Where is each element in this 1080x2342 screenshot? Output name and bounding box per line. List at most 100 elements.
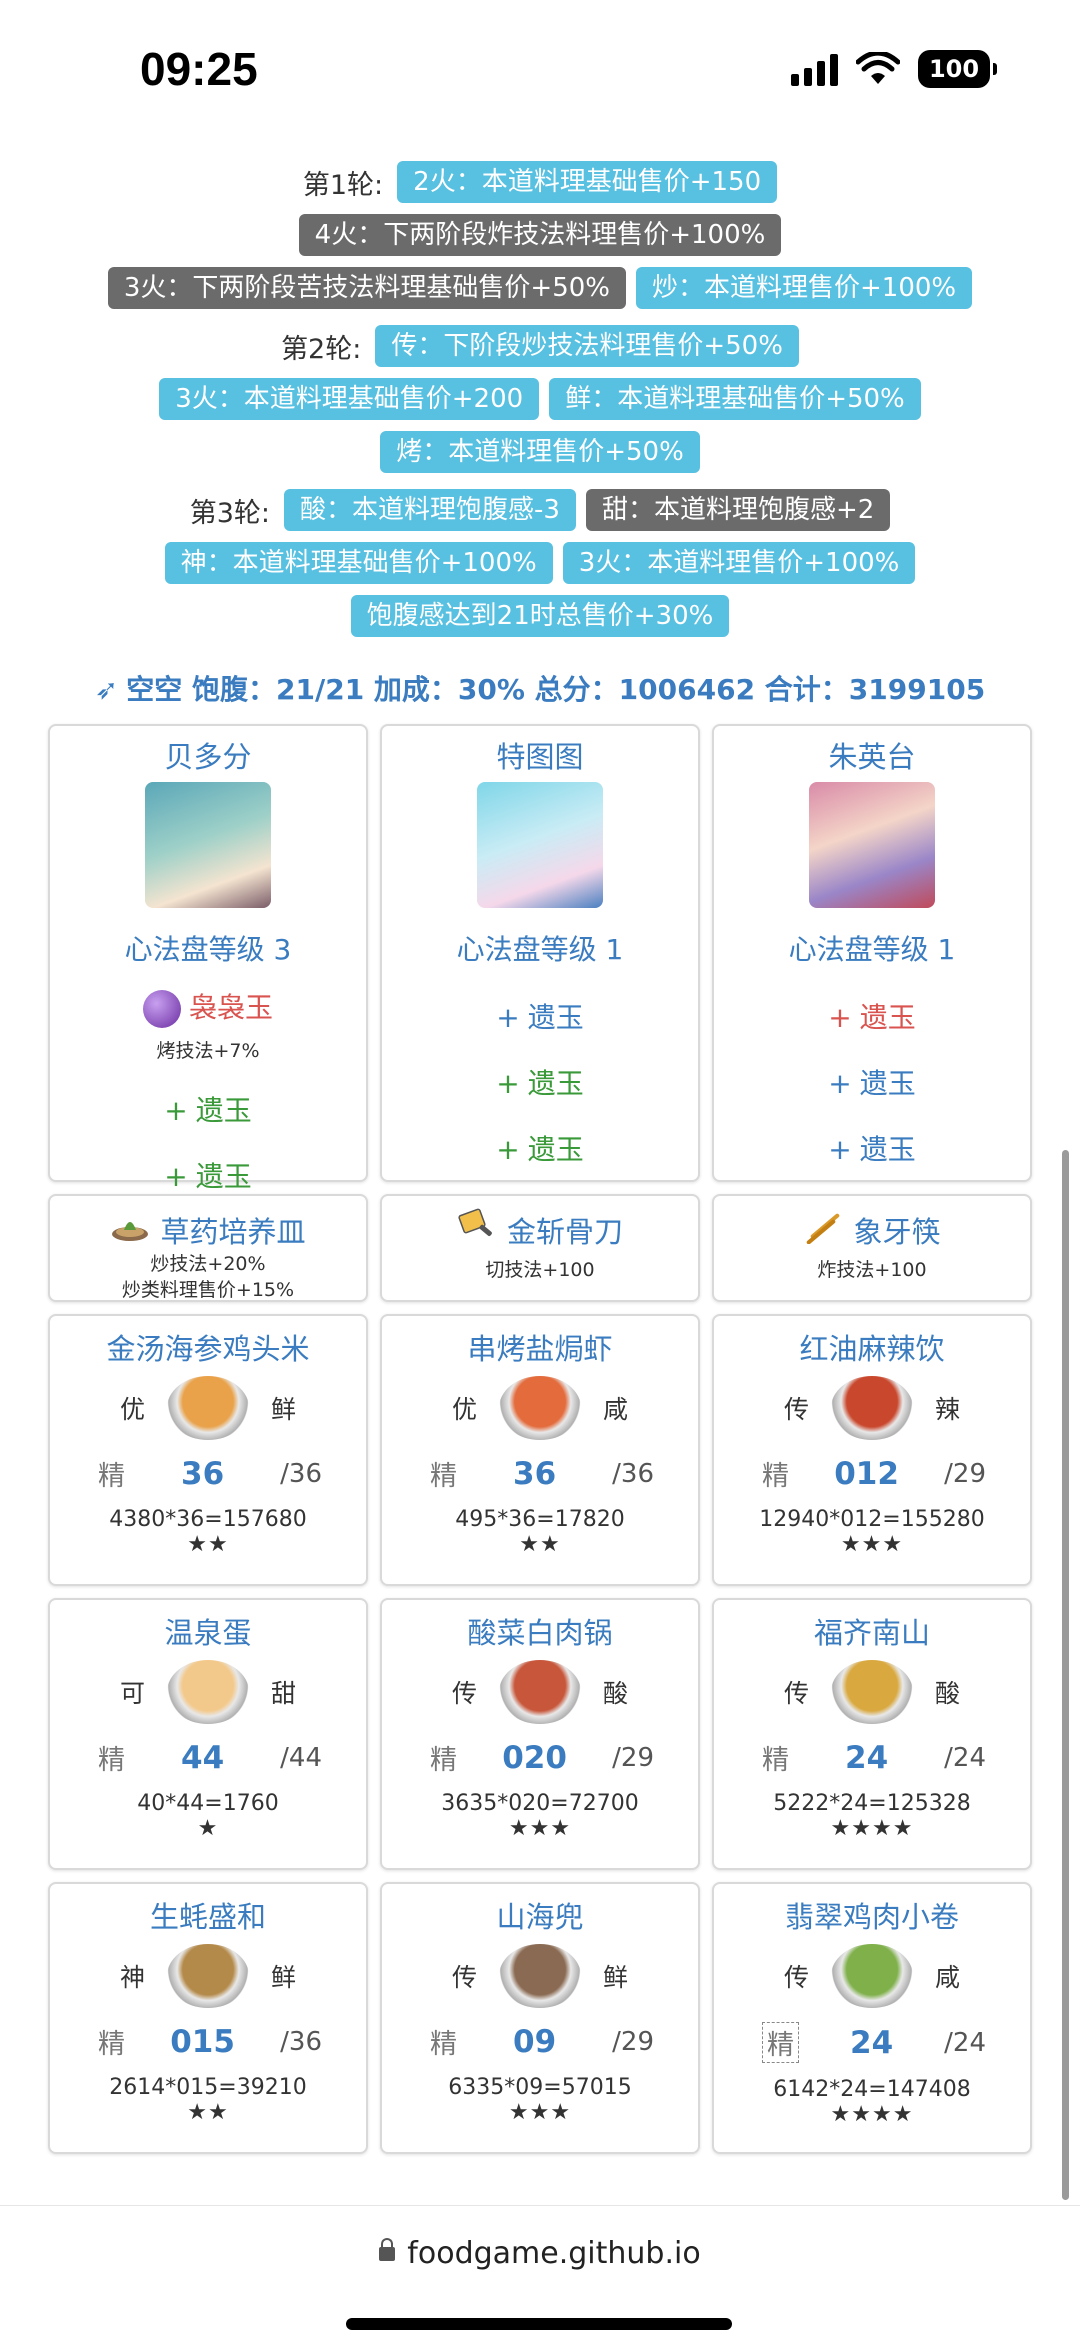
effect-chip: 鲜：本道料理基础售价+50% <box>549 378 921 420</box>
jade-slot[interactable]: + 遗玉 <box>382 996 698 1036</box>
jade-slot[interactable]: + 遗玉 <box>382 1062 698 1102</box>
address-bar[interactable]: foodgame.github.io <box>0 2236 1080 2271</box>
jade-slot-label: 遗玉 <box>527 1133 584 1166</box>
round-label: 第1轮: <box>302 169 384 201</box>
dish-card[interactable]: 翡翠鸡肉小卷传咸精 24/24 6142*24=147408 ★★★★ <box>712 1882 1032 2154</box>
petri-dish-icon <box>110 1208 150 1251</box>
dish-image <box>167 1944 249 2008</box>
dish-quantity-row: 精 44/44 <box>50 1738 366 1777</box>
dish-quantity[interactable]: 09 <box>513 2024 556 2060</box>
gem-slot[interactable]: 袅袅玉 <box>50 986 366 1028</box>
round-3-row: 饱腹感达到21时总售价+30% <box>0 594 1080 638</box>
dish-attributes: 传酸 <box>382 1660 698 1724</box>
jade-slot[interactable]: + 遗玉 <box>50 1155 366 1195</box>
jade-slot-label: 遗玉 <box>859 1001 916 1034</box>
dish-card[interactable]: 福齐南山传酸精 24/24 5222*24=125328 ★★★★ <box>712 1598 1032 1870</box>
effect-chip: 甜：本道料理饱腹感+2 <box>585 489 891 531</box>
dish-quantity-row: 精 36/36 <box>50 1454 366 1493</box>
dish-flavor: 咸 <box>603 1395 629 1424</box>
plus-icon: + <box>828 1067 852 1100</box>
star-rating: ★★ <box>187 1532 229 1557</box>
dish-card[interactable]: 红油麻辣饮传辣精 012/29 12940*012=155280 ★★★ <box>712 1314 1032 1586</box>
cellular-signal-icon <box>791 52 838 86</box>
dish-rarity: 传 <box>451 1679 477 1708</box>
scrollbar[interactable] <box>1062 1150 1069 2200</box>
chopsticks-icon <box>803 1208 843 1251</box>
quality-label: 精 <box>98 1745 125 1776</box>
jade-slot-label: 遗玉 <box>859 1133 916 1166</box>
equipment-card[interactable]: 草药培养皿 炒技法+20% 炒类料理售价+15% <box>48 1194 368 1302</box>
price-formula: 40*44=1760 <box>137 1791 279 1816</box>
dish-flavor: 鲜 <box>271 1963 297 1992</box>
equipment-name: 草药培养皿 <box>160 1214 306 1249</box>
dish-attributes: 传酸 <box>714 1660 1030 1724</box>
dish-quantity-row: 精 012/29 <box>714 1454 1030 1493</box>
plus-icon: + <box>496 1067 520 1100</box>
star-rating: ★★ <box>187 2100 229 2125</box>
round-2-row: 第2轮: 传：下阶段炒技法料理售价+50% <box>0 324 1080 368</box>
dish-quantity[interactable]: 020 <box>502 1740 567 1776</box>
quality-label[interactable]: 精 <box>762 2022 799 2063</box>
plus-icon: + <box>828 1133 852 1166</box>
dish-rarity: 神 <box>119 1963 145 1992</box>
quality-label: 精 <box>430 1461 457 1492</box>
dish-name: 温泉蛋 <box>164 1616 252 1650</box>
dish-rarity: 可 <box>119 1679 145 1708</box>
jade-slot[interactable]: + 遗玉 <box>50 1089 366 1129</box>
dish-quantity[interactable]: 24 <box>850 2025 893 2061</box>
jade-slot-label: 遗玉 <box>527 1001 584 1034</box>
chef-avatar <box>477 782 603 908</box>
dish-card[interactable]: 酸菜白肉锅传酸精 020/29 3635*020=72700 ★★★ <box>380 1598 700 1870</box>
dish-quantity[interactable]: 012 <box>834 1456 899 1492</box>
dish-quantity-row: 精 36/36 <box>382 1454 698 1493</box>
dish-card[interactable]: 金汤海参鸡头米优鲜精 36/36 4380*36=157680 ★★ <box>48 1314 368 1586</box>
dish-quantity[interactable]: 36 <box>513 1456 556 1492</box>
dish-attributes: 传鲜 <box>382 1944 698 2008</box>
round-1-row: 3火：下两阶段苦技法料理基础售价+50% 炒：本道料理售价+100% <box>0 266 1080 310</box>
price-formula: 4380*36=157680 <box>109 1507 307 1532</box>
chef-name: 朱英台 <box>828 740 916 774</box>
equipment-desc: 切技法+100 <box>485 1259 595 1281</box>
dish-max-quantity: /29 <box>612 2026 654 2057</box>
equipment-name: 象牙筷 <box>853 1214 941 1249</box>
jade-slot[interactable]: + 遗玉 <box>714 996 1030 1036</box>
jade-slot-label: 遗玉 <box>859 1067 916 1100</box>
dish-quantity[interactable]: 24 <box>845 1740 888 1776</box>
equipment-desc: 炸技法+100 <box>817 1259 927 1281</box>
dish-card[interactable]: 串烤盐焗虾优咸精 36/36 495*36=17820 ★★ <box>380 1314 700 1586</box>
dish-quantity-row: 精 09/29 <box>382 2022 698 2061</box>
dish-name: 翡翠鸡肉小卷 <box>784 1900 959 1934</box>
star-rating: ★★★ <box>508 2100 572 2125</box>
gem-desc: 烤技法+7% <box>156 1040 260 1062</box>
dish-card[interactable]: 温泉蛋可甜精 44/44 40*44=1760 ★ <box>48 1598 368 1870</box>
dish-flavor: 甜 <box>271 1679 297 1708</box>
price-formula: 3635*020=72700 <box>441 1791 639 1816</box>
dish-quantity[interactable]: 015 <box>170 2024 235 2060</box>
equipment-card[interactable]: 金斩骨刀切技法+100 <box>380 1194 700 1302</box>
jade-slot[interactable]: + 遗玉 <box>714 1062 1030 1102</box>
dish-quantity[interactable]: 36 <box>181 1456 224 1492</box>
dish-quantity[interactable]: 44 <box>181 1740 224 1776</box>
chef-card: 贝多分 心法盘等级 3 袅袅玉 烤技法+7% + 遗玉 + 遗玉 <box>48 724 368 1193</box>
jade-slot[interactable]: + 遗玉 <box>714 1128 1030 1168</box>
dish-max-quantity: /36 <box>280 1458 322 1489</box>
dish-card[interactable]: 生蚝盛和神鲜精 015/36 2614*015=39210 ★★ <box>48 1882 368 2154</box>
dish-rarity: 传 <box>783 1395 809 1424</box>
home-indicator[interactable] <box>346 2318 732 2330</box>
dish-max-quantity: /36 <box>280 2026 322 2057</box>
dish-attributes: 可甜 <box>50 1660 366 1724</box>
dish-image <box>831 1376 913 1440</box>
jade-slot[interactable]: + 遗玉 <box>382 1128 698 1168</box>
equipment-name: 金斩骨刀 <box>506 1214 623 1249</box>
jade-slot-label: 遗玉 <box>195 1094 252 1127</box>
effect-chip: 饱腹感达到21时总售价+30% <box>350 595 730 637</box>
dish-rarity: 优 <box>119 1395 145 1424</box>
dish-card[interactable]: 山海兜传鲜精 09/29 6335*09=57015 ★★★ <box>380 1882 700 2154</box>
dish-name: 生蚝盛和 <box>149 1900 266 1934</box>
price-formula: 495*36=17820 <box>455 1507 625 1532</box>
equipment-card[interactable]: 象牙筷炸技法+100 <box>712 1194 1032 1302</box>
dish-max-quantity: /44 <box>280 1742 322 1773</box>
plus-icon: + <box>164 1094 188 1127</box>
dish-rarity: 优 <box>451 1395 477 1424</box>
dish-attributes: 优鲜 <box>50 1376 366 1440</box>
